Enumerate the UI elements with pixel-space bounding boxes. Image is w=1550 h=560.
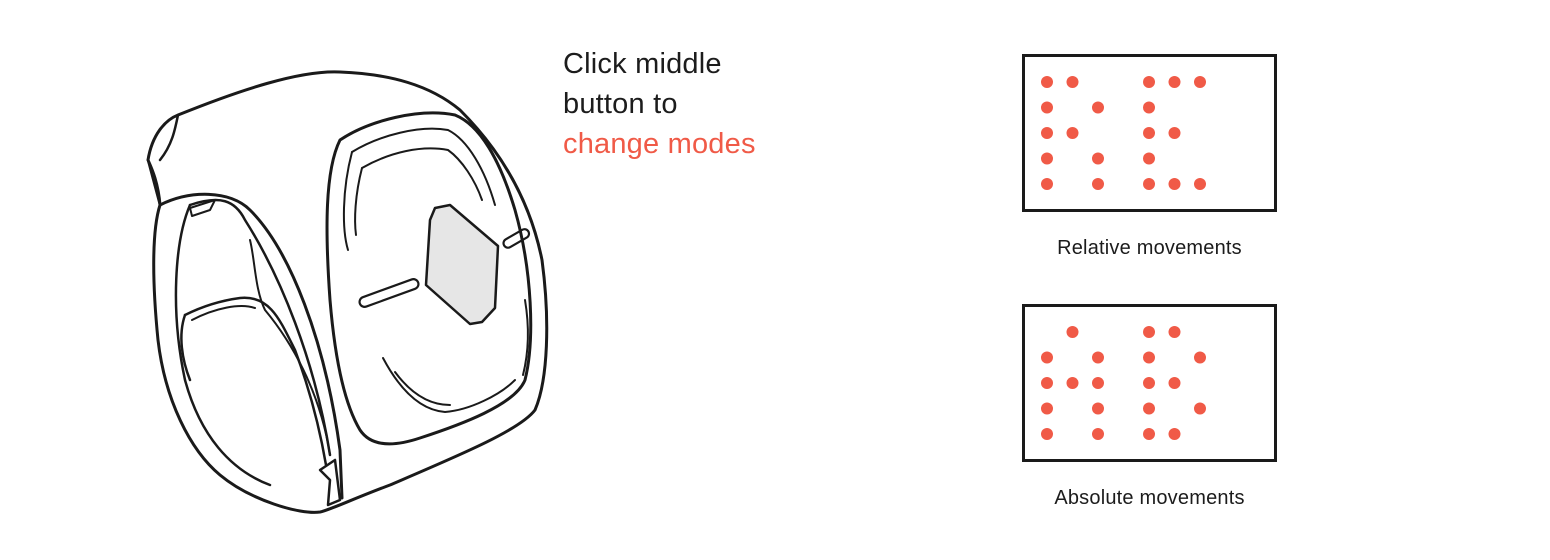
dot bbox=[1092, 402, 1104, 415]
dot bbox=[1041, 127, 1053, 139]
dot bbox=[1092, 101, 1104, 114]
ring-controller-illustration bbox=[146, 70, 549, 514]
headline-accent-line: change modes bbox=[563, 128, 756, 160]
dot bbox=[1041, 152, 1053, 165]
dot bbox=[1041, 377, 1053, 389]
dot bbox=[1168, 178, 1181, 190]
dot bbox=[1066, 377, 1079, 389]
absolute-mode-caption: Absolute movements bbox=[1054, 487, 1245, 509]
absolute-dot-grid bbox=[1041, 326, 1206, 440]
dot bbox=[1143, 428, 1155, 440]
dot bbox=[1143, 178, 1155, 190]
dot bbox=[1041, 402, 1053, 415]
dot bbox=[1092, 178, 1104, 190]
dot bbox=[1168, 76, 1181, 88]
headline-line-1: Click middle bbox=[563, 48, 722, 80]
absolute-mode-grid bbox=[1022, 304, 1277, 462]
dot bbox=[1194, 76, 1206, 88]
dot bbox=[1143, 76, 1155, 88]
dot bbox=[1194, 351, 1206, 364]
dot bbox=[1168, 127, 1181, 139]
dot bbox=[1041, 428, 1053, 440]
dot bbox=[1092, 428, 1104, 440]
headline-line-2: button to bbox=[563, 88, 678, 120]
dot bbox=[1143, 377, 1155, 389]
dot bbox=[1143, 402, 1155, 415]
dot bbox=[1066, 127, 1079, 139]
dot bbox=[1143, 326, 1155, 338]
dot bbox=[1168, 326, 1181, 338]
relative-dot-grid bbox=[1041, 76, 1206, 190]
dot bbox=[1143, 127, 1155, 139]
dot bbox=[1168, 428, 1181, 440]
dot bbox=[1041, 76, 1053, 88]
dot bbox=[1143, 351, 1155, 364]
dot bbox=[1092, 152, 1104, 165]
dot bbox=[1066, 76, 1079, 88]
dot bbox=[1041, 351, 1053, 364]
dot bbox=[1168, 377, 1181, 389]
relative-mode-grid bbox=[1022, 54, 1277, 212]
relative-mode-caption: Relative movements bbox=[1057, 237, 1242, 259]
headline: Click middle button to change modes bbox=[563, 44, 756, 164]
middle-button bbox=[424, 203, 500, 326]
dot bbox=[1143, 152, 1155, 165]
dot bbox=[1194, 402, 1206, 415]
dot bbox=[1092, 351, 1104, 364]
dot bbox=[1066, 326, 1079, 338]
dot bbox=[1092, 377, 1104, 389]
dot bbox=[1041, 178, 1053, 190]
dot bbox=[1143, 101, 1155, 114]
dot bbox=[1041, 101, 1053, 114]
dot bbox=[1194, 178, 1206, 190]
